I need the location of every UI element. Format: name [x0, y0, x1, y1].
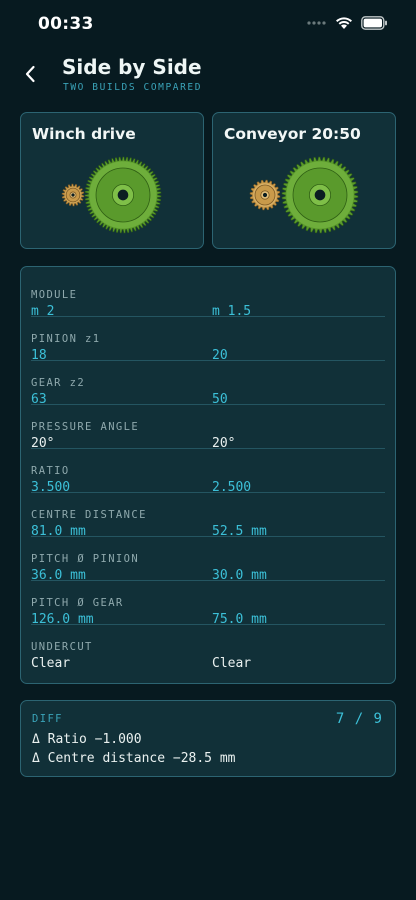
spec-value-build-a: Clear [31, 656, 71, 671]
spec-row: RATIO 3.500 2.500 [31, 449, 385, 495]
spec-label: UNDERCUT [31, 641, 93, 653]
status-time: 00:33 [38, 14, 94, 34]
page-subtitle: TWO BUILDS COMPARED [63, 82, 203, 93]
spec-label: PINION z1 [31, 333, 101, 345]
spec-value-build-b: Clear [212, 656, 252, 671]
status-icons [307, 16, 388, 30]
spec-row: PITCH Ø PINION 36.0 mm 30.0 mm [31, 537, 385, 583]
diff-count: 7 / 9 [335, 711, 383, 727]
gear-pair-image [61, 156, 162, 234]
spec-row: PRESSURE ANGLE 20° 20° [31, 405, 385, 451]
gear-pair-image [249, 156, 359, 234]
wifi-icon [336, 17, 352, 29]
signal-icon [307, 21, 326, 25]
page-title: Side by Side [62, 55, 202, 79]
build-name: Winch drive [32, 125, 136, 143]
chevron-left-icon [25, 65, 35, 83]
spec-row: CENTRE DISTANCE 81.0 mm 52.5 mm [31, 493, 385, 539]
diff-line: Δ Ratio −1.000 [32, 732, 142, 747]
spec-label: CENTRE DISTANCE [31, 509, 147, 521]
diff-line: Δ Centre distance −28.5 mm [32, 751, 236, 766]
pinion-gear [61, 183, 85, 207]
wheel-gear [84, 156, 162, 234]
spec-label: PITCH Ø GEAR [31, 597, 124, 609]
spec-row: PINION z1 18 20 [31, 317, 385, 363]
pinion-gear [249, 179, 281, 211]
spec-label: PITCH Ø PINION [31, 553, 140, 565]
spec-row: UNDERCUT Clear Clear [31, 625, 385, 671]
diff-panel: DIFF 7 / 9 Δ Ratio −1.000 Δ Centre dista… [20, 700, 396, 777]
build-name: Conveyor 20:50 [224, 125, 361, 143]
status-bar: 00:33 [0, 0, 416, 48]
spec-label: PRESSURE ANGLE [31, 421, 140, 433]
specs-comparison-table: MODULE m 2m 1.5 PINION z1 18 20 GEAR z2 63 50 PR… [20, 266, 396, 684]
spec-label: RATIO [31, 465, 70, 477]
build-card-conveyor[interactable]: Conveyor 20:50 [212, 112, 396, 249]
battery-icon [361, 16, 387, 30]
spec-label: MODULE [31, 289, 78, 301]
spec-row: MODULE m 2m 1.5 [31, 273, 385, 319]
diff-label: DIFF [32, 713, 63, 725]
wheel-gear [281, 156, 359, 234]
spec-label: GEAR z2 [31, 377, 86, 389]
back-button[interactable] [14, 58, 46, 90]
spec-row: GEAR z2 63 50 [31, 361, 385, 407]
build-card-winch-drive[interactable]: Winch drive [20, 112, 204, 249]
spec-row: PITCH Ø GEAR 126.0 mm 75.0 mm [31, 581, 385, 627]
